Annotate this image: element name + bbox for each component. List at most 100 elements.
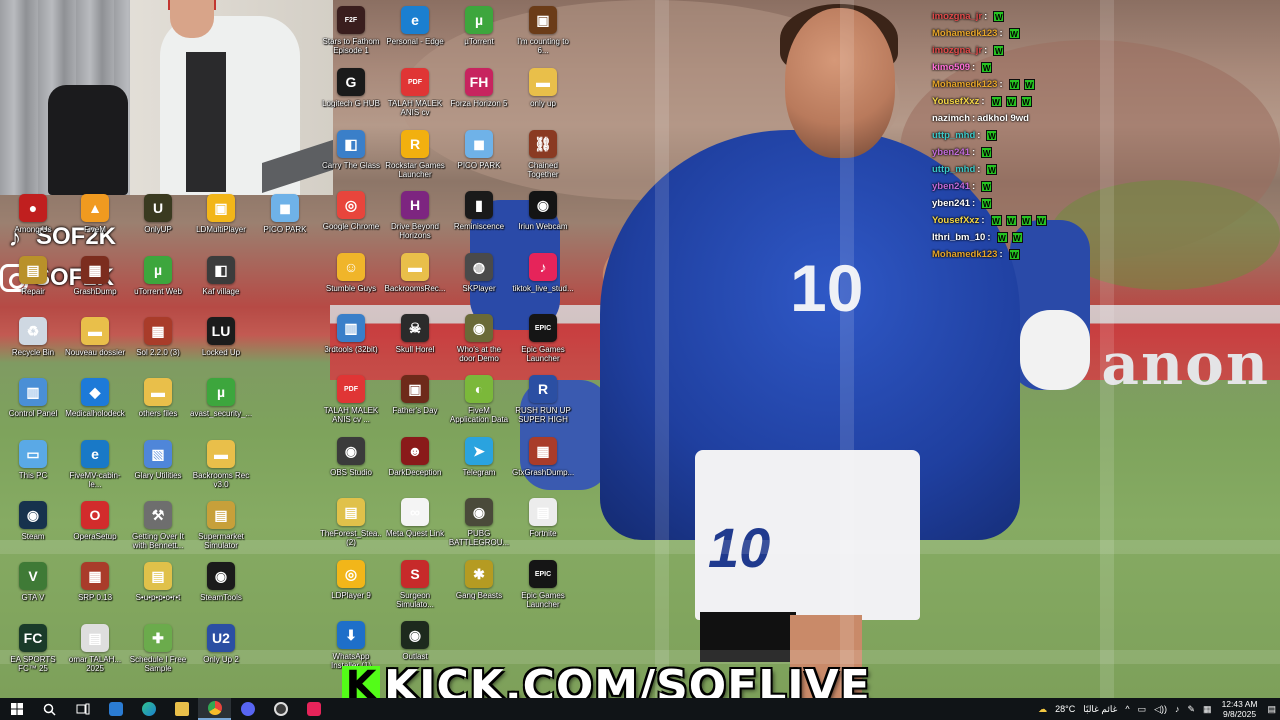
keyboard-icon[interactable]: ▦ [1203,704,1212,715]
desktop-icon[interactable]: ▲ FiveM [64,194,126,252]
desktop-icon[interactable]: ◎ LDPlayer 9 [320,560,382,618]
task-view-button[interactable] [66,698,99,720]
desktop-icon[interactable]: ◉ Iriun Webcam [512,191,574,249]
chat-username[interactable]: lthri_bm_10 [932,232,985,243]
desktop-icon[interactable]: EPIC Epic Games Launcher [512,314,574,372]
chat-username[interactable]: yben241 [932,198,970,209]
desktop-icon[interactable]: ▮ Reminiscence [448,191,510,249]
start-button[interactable] [0,698,33,720]
desktop-icon[interactable]: ♻ Recycle Bin [2,317,64,375]
desktop-icon[interactable]: PDF TALAH MALEK ANIS cv [384,68,446,126]
desktop-icon[interactable]: H Drive Beyond Horizons [384,191,446,249]
desktop-icon[interactable]: ⛓ Chained Together [512,130,574,188]
chat-username[interactable]: kimo509 [932,62,970,73]
desktop-icon[interactable]: ➤ Telegram [448,437,510,495]
chat-username[interactable]: yben241 [932,181,970,192]
desktop-icon[interactable]: ▦ Sol 2.2.0 (3) [127,317,189,375]
desktop-icon[interactable]: ▤ Supermarket Simulator [190,501,252,559]
desktop-icon[interactable]: ◐ FiveM Application Data [448,375,510,433]
network-icon[interactable]: ▭ [1138,704,1147,715]
chat-username[interactable]: Mohamedk123 [932,249,997,260]
tray-overflow-button[interactable]: ^ [1125,704,1129,714]
desktop-icon[interactable]: µ uTorrent Web [127,256,189,314]
desktop-icon[interactable]: ▭ This PC [2,440,64,498]
desktop-icon[interactable]: ◎ Google Chrome [320,191,382,249]
desktop-icon[interactable]: O OperaSetup [64,501,126,559]
chat-username[interactable]: imozgna_jr [932,45,982,56]
microphone-icon[interactable]: ♪ [1175,704,1180,714]
chat-username[interactable]: YousefXxz [932,215,979,226]
desktop-icon[interactable]: ◍ SKPlayer [448,253,510,311]
desktop-icon[interactable]: ◼ PICO PARK [448,130,510,188]
desktop-icon[interactable]: ☠ Skull Horel [384,314,446,372]
desktop-icon[interactable]: ◉ SteamTools [190,562,252,620]
desktop-icon[interactable]: FH Forza Horizon 5 [448,68,510,126]
desktop-icon[interactable]: ▣ I'm counting to 6... [512,6,574,64]
desktop-icon[interactable]: ◉ OBS Studio [320,437,382,495]
desktop-icon[interactable]: LU Locked Up [190,317,252,375]
weather-temp[interactable]: 28°C [1055,704,1075,714]
notification-icon[interactable]: ▤ [1267,704,1276,715]
desktop-icon[interactable]: ▬ only up [512,68,574,126]
taskbar-edge[interactable] [132,698,165,720]
volume-icon[interactable]: ◁)) [1154,704,1167,715]
desktop-icon[interactable]: ▤ omar TALAH... 2025 [64,624,126,682]
desktop-icon[interactable]: ◉ Steam [2,501,64,559]
desktop-icon[interactable]: ◉ Who's at the door Demo [448,314,510,372]
desktop-icon[interactable]: ▦ GrashDump [64,256,126,314]
desktop-icon[interactable]: ◆ Medicalholodeck [64,378,126,436]
search-button[interactable] [33,698,66,720]
desktop-icon[interactable]: FC EA SPORTS FC™ 25 [2,624,64,682]
desktop-icon[interactable]: ◼ PICO PARK [254,194,316,252]
desktop-icon[interactable]: S Surgeon Simulato... [384,560,446,618]
taskbar-chrome[interactable] [198,698,231,720]
taskbar-file-explorer[interactable] [165,698,198,720]
taskbar-store[interactable] [99,698,132,720]
clock[interactable]: 12:43 AM 9/8/2025 [1222,699,1258,719]
desktop-icon[interactable]: ∞ Meta Quest Link [384,498,446,556]
desktop-icon[interactable]: V GTA V [2,562,64,620]
desktop-icon[interactable]: R Rockstar Games Launcher [384,130,446,188]
desktop-icon[interactable]: ◉ PUBG BATTLEGROU... [448,498,510,556]
desktop-icon[interactable]: ▣ LDMultiPlayer [190,194,252,252]
desktop-icon[interactable]: ☺ Stumble Guys [320,253,382,311]
desktop-icon[interactable]: U OnlyUP [127,194,189,252]
chat-username[interactable]: yben241 [932,147,970,158]
taskbar-discord[interactable] [231,698,264,720]
desktop-icon[interactable]: ▣ Father's Day [384,375,446,433]
desktop-icon[interactable]: ▥ 3rdtools (32bit) [320,314,382,372]
chat-username[interactable]: uttp_mhd [932,130,975,141]
desktop-icon[interactable]: e Personal - Edge [384,6,446,64]
chat-username[interactable]: YousefXxz [932,96,979,107]
desktop-icon[interactable]: ◧ Kaf village [190,256,252,314]
weather-description[interactable]: غائم غالبًا [1083,704,1117,715]
pen-icon[interactable]: ✎ [1188,704,1196,715]
desktop-icon[interactable]: ✚ Schedule I Free Sample [127,624,189,682]
chat-username[interactable]: uttp_mhd [932,164,975,175]
chat-username[interactable]: Mohamedk123 [932,28,997,39]
chat-username[interactable]: Mohamedk123 [932,79,997,90]
chat-username[interactable]: imozgna_jr [932,11,982,22]
desktop-icon[interactable]: U2 Only Up 2 [190,624,252,682]
chat-username[interactable]: nazimch [932,113,970,124]
taskbar-obs[interactable] [264,698,297,720]
desktop-icon[interactable]: F2F Stars to Fathom Episode 1 [320,6,382,64]
desktop-icon[interactable]: R RUSH RUN UP SUPER HIGH [512,375,574,433]
desktop-icon[interactable]: µ avast_security_... [190,378,252,436]
desktop-icon[interactable]: ▤ TheForest_Stea... (2) [320,498,382,556]
desktop-icon[interactable]: ▦ GtxGrashDump... [512,437,574,495]
desktop-icon[interactable]: µ µTorrent [448,6,510,64]
desktop-icon[interactable]: ▬ Backrooms Rec v3.0 [190,440,252,498]
desktop-icon[interactable]: ✱ Gang Beasts [448,560,510,618]
desktop-icon[interactable]: ▤ Repair [2,256,64,314]
desktop-icon[interactable]: ▥ Control Panel [2,378,64,436]
desktop-icon[interactable]: ▬ others files [127,378,189,436]
desktop-icon[interactable]: ⚒ Getting Over It with Bennett... [127,501,189,559]
desktop-icon[interactable]: ● Among Us [2,194,64,252]
desktop-icon[interactable]: PDF TALAH MALEK ANIS cv ... [320,375,382,433]
desktop-icon[interactable]: ▤ S•u•p•p•o•r•t [127,562,189,620]
desktop-icon[interactable]: ♪ tiktok_live_stud... [512,253,574,311]
desktop-icon[interactable]: e FiveMV-cabin-le... [64,440,126,498]
taskbar-tiktok-live[interactable] [297,698,330,720]
desktop-icon[interactable]: ▬ BackroomsRec... [384,253,446,311]
